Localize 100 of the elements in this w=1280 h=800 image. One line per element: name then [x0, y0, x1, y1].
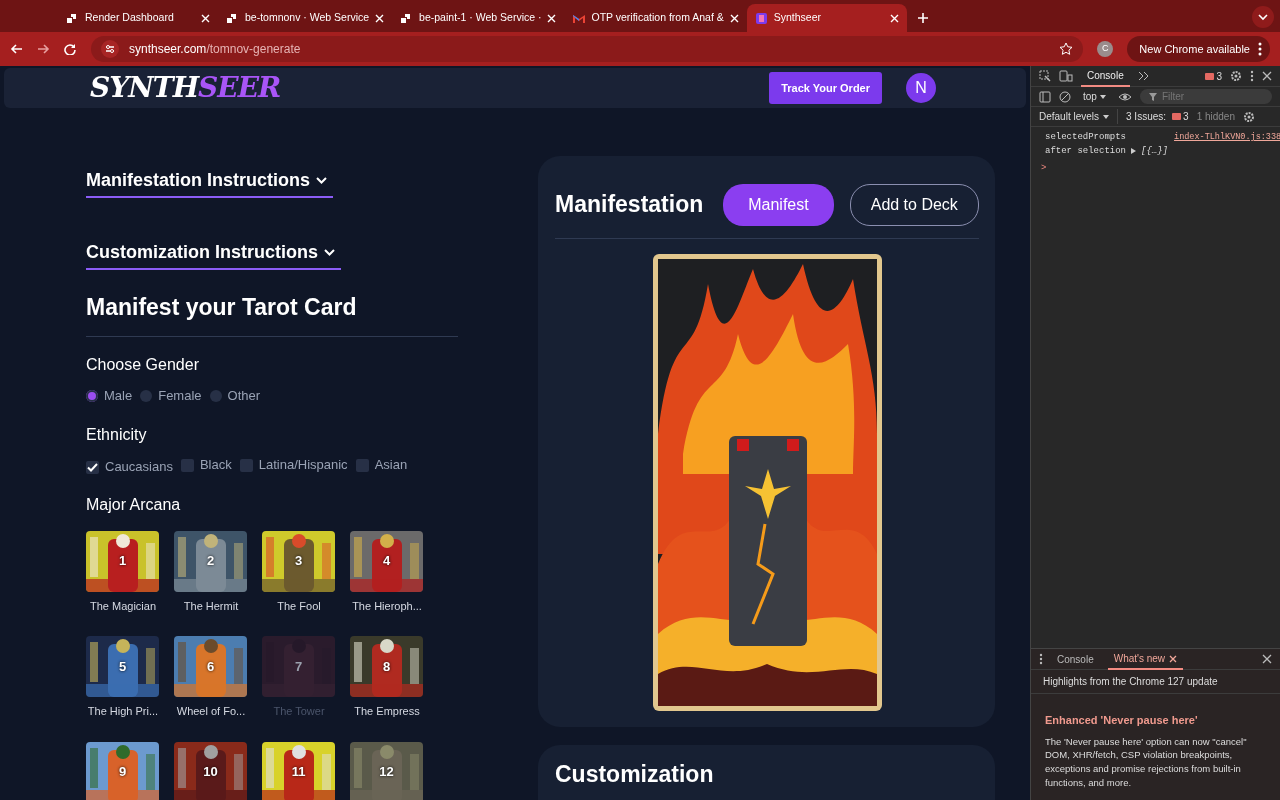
news-body: The 'Never pause here' option can now "cancel" DOM, XHR/fetch, CSP violation breakpoints, exceptions and promise rejections from built-in functions, and more. [1044, 734, 1248, 790]
card-number: 7 [294, 657, 303, 676]
drawer-tab[interactable]: What's new [1107, 648, 1184, 670]
filter-field[interactable]: Filter [1139, 89, 1272, 104]
star-icon[interactable] [1059, 42, 1074, 56]
browser-tab[interactable]: be-tomnonv · Web Service [218, 4, 393, 32]
chevron-down-icon [324, 249, 335, 256]
checkbox-option[interactable]: Asian [355, 455, 408, 475]
news-heading: Enhanced 'Never pause here' [1044, 713, 1199, 728]
card-name: The Tower [272, 704, 326, 720]
more-icon[interactable] [1039, 653, 1043, 665]
settings-icon[interactable] [1230, 70, 1242, 82]
card-number: 6 [206, 657, 215, 676]
accordion-toggle[interactable]: Manifestation Instructions [86, 166, 333, 198]
sidebar-icon[interactable] [1039, 90, 1051, 103]
card-name: The Magician [88, 598, 157, 614]
caret-icon [1103, 114, 1110, 119]
field-label: Ethnicity [86, 424, 148, 445]
hidden-count: 1 hidden [1196, 110, 1235, 124]
radio-option[interactable]: Other [209, 385, 261, 406]
tab-title: Render Dashboard [85, 10, 175, 26]
inspect-icon[interactable] [1039, 70, 1051, 82]
chevron-down-icon [316, 177, 327, 184]
card-name: The High Pri... [86, 704, 160, 720]
card-number: 9 [118, 763, 127, 782]
checkbox-option[interactable]: Black [180, 455, 232, 475]
devtools-tab[interactable]: Console [1081, 65, 1130, 87]
logo[interactable]: SYNTHSEER [90, 67, 281, 109]
accordion-toggle[interactable]: Customization Instructions [86, 238, 341, 270]
source-link[interactable]: index-TLhlKVN0.js:338 [1174, 131, 1280, 158]
site-icon [66, 11, 79, 25]
plus-icon[interactable] [916, 12, 929, 24]
tab-title: be-tomnonv · Web Service [245, 10, 370, 26]
eye-icon[interactable] [1117, 91, 1132, 102]
issues-badge[interactable]: 3 [1205, 68, 1222, 84]
chevron-down-icon[interactable] [1252, 5, 1274, 28]
device-icon[interactable] [1059, 70, 1073, 82]
radio-option[interactable]: Male [86, 385, 133, 406]
card-name: The Hermit [182, 598, 240, 614]
filter-icon [1147, 91, 1158, 102]
manifest-button[interactable]: Manifest [723, 184, 834, 226]
site-icon [754, 11, 768, 25]
log-message: selectedPrompts after selection [{…}] [1045, 131, 1169, 158]
console-prompt[interactable]: > [1031, 158, 1280, 180]
card-number: 4 [382, 552, 391, 571]
forward-icon[interactable] [37, 43, 50, 55]
track-order-button[interactable]: Track Your Order [769, 71, 882, 105]
field-label: Choose Gender [86, 354, 200, 375]
context-select[interactable]: top [1079, 89, 1110, 104]
card-number: 3 [294, 552, 303, 571]
card-number: 10 [203, 763, 218, 782]
add-to-deck-button[interactable]: Add to Deck [849, 184, 979, 226]
settings-icon[interactable] [1243, 110, 1255, 123]
browser-tab[interactable]: Synthseer [746, 4, 907, 32]
field-label: Major Arcana [86, 494, 182, 515]
drawer-tab[interactable]: Console [1051, 649, 1100, 669]
card-number: 11 [291, 763, 306, 782]
address-bar[interactable]: synthseer.com/tomnov-generate [91, 36, 1084, 62]
card-number: 5 [118, 657, 127, 676]
checkbox-option[interactable]: Caucasians [86, 457, 173, 477]
browser-tab[interactable]: be-paint-1 · Web Service · [392, 4, 565, 32]
card-name: The Empress [353, 704, 421, 720]
url-text: synthseer.com/tomnov-generate [129, 41, 302, 58]
close-icon[interactable] [1262, 71, 1272, 81]
more-icon [1258, 42, 1262, 56]
site-icon [226, 11, 239, 25]
reload-icon[interactable] [64, 43, 77, 55]
card-number: 8 [382, 657, 391, 676]
more-tabs-icon[interactable] [1137, 71, 1149, 81]
form-title: Manifest your Tarot Card [86, 294, 458, 337]
card-name: The Fool [276, 598, 322, 614]
close-icon[interactable] [1262, 654, 1272, 664]
panel-title: Manifestation [555, 191, 704, 219]
card-number: 12 [379, 763, 394, 782]
filter-field[interactable]: Filter [1161, 89, 1264, 104]
panel-title: Customization [555, 761, 715, 789]
update-button[interactable]: New Chrome available [1127, 36, 1270, 62]
expand-arrow-icon [1131, 148, 1136, 155]
card-number: 2 [206, 552, 215, 571]
browser-tab[interactable]: Render Dashboard [58, 4, 218, 32]
clear-icon[interactable] [1059, 90, 1071, 103]
more-icon[interactable] [1250, 70, 1254, 82]
user-avatar[interactable]: N [906, 73, 936, 103]
check-icon [87, 462, 98, 472]
site-settings-icon[interactable] [101, 40, 119, 58]
browser-tab[interactable]: OTP verification from Anaf & [564, 4, 747, 32]
tab-title: OTP verification from Anaf & [591, 10, 724, 26]
issues-badge[interactable]: 3 Issues: 3 [1126, 109, 1189, 124]
back-icon[interactable] [10, 43, 23, 55]
card-name: The Hieroph... [351, 598, 423, 614]
card-name: Wheel of Fo... [175, 704, 247, 720]
tab-title: be-paint-1 · Web Service · [419, 10, 542, 26]
radio-option[interactable]: Female [140, 385, 202, 406]
caret-icon [1099, 94, 1106, 99]
checkbox-option[interactable]: Latina/Hispanic [239, 455, 348, 475]
levels-select[interactable]: Default levels [1039, 109, 1119, 124]
close-icon[interactable] [1169, 654, 1178, 663]
tab-title: Synthseer [773, 10, 823, 26]
drawer-subtitle: Highlights from the Chrome 127 update [1031, 670, 1280, 694]
card-number: 1 [118, 552, 127, 571]
